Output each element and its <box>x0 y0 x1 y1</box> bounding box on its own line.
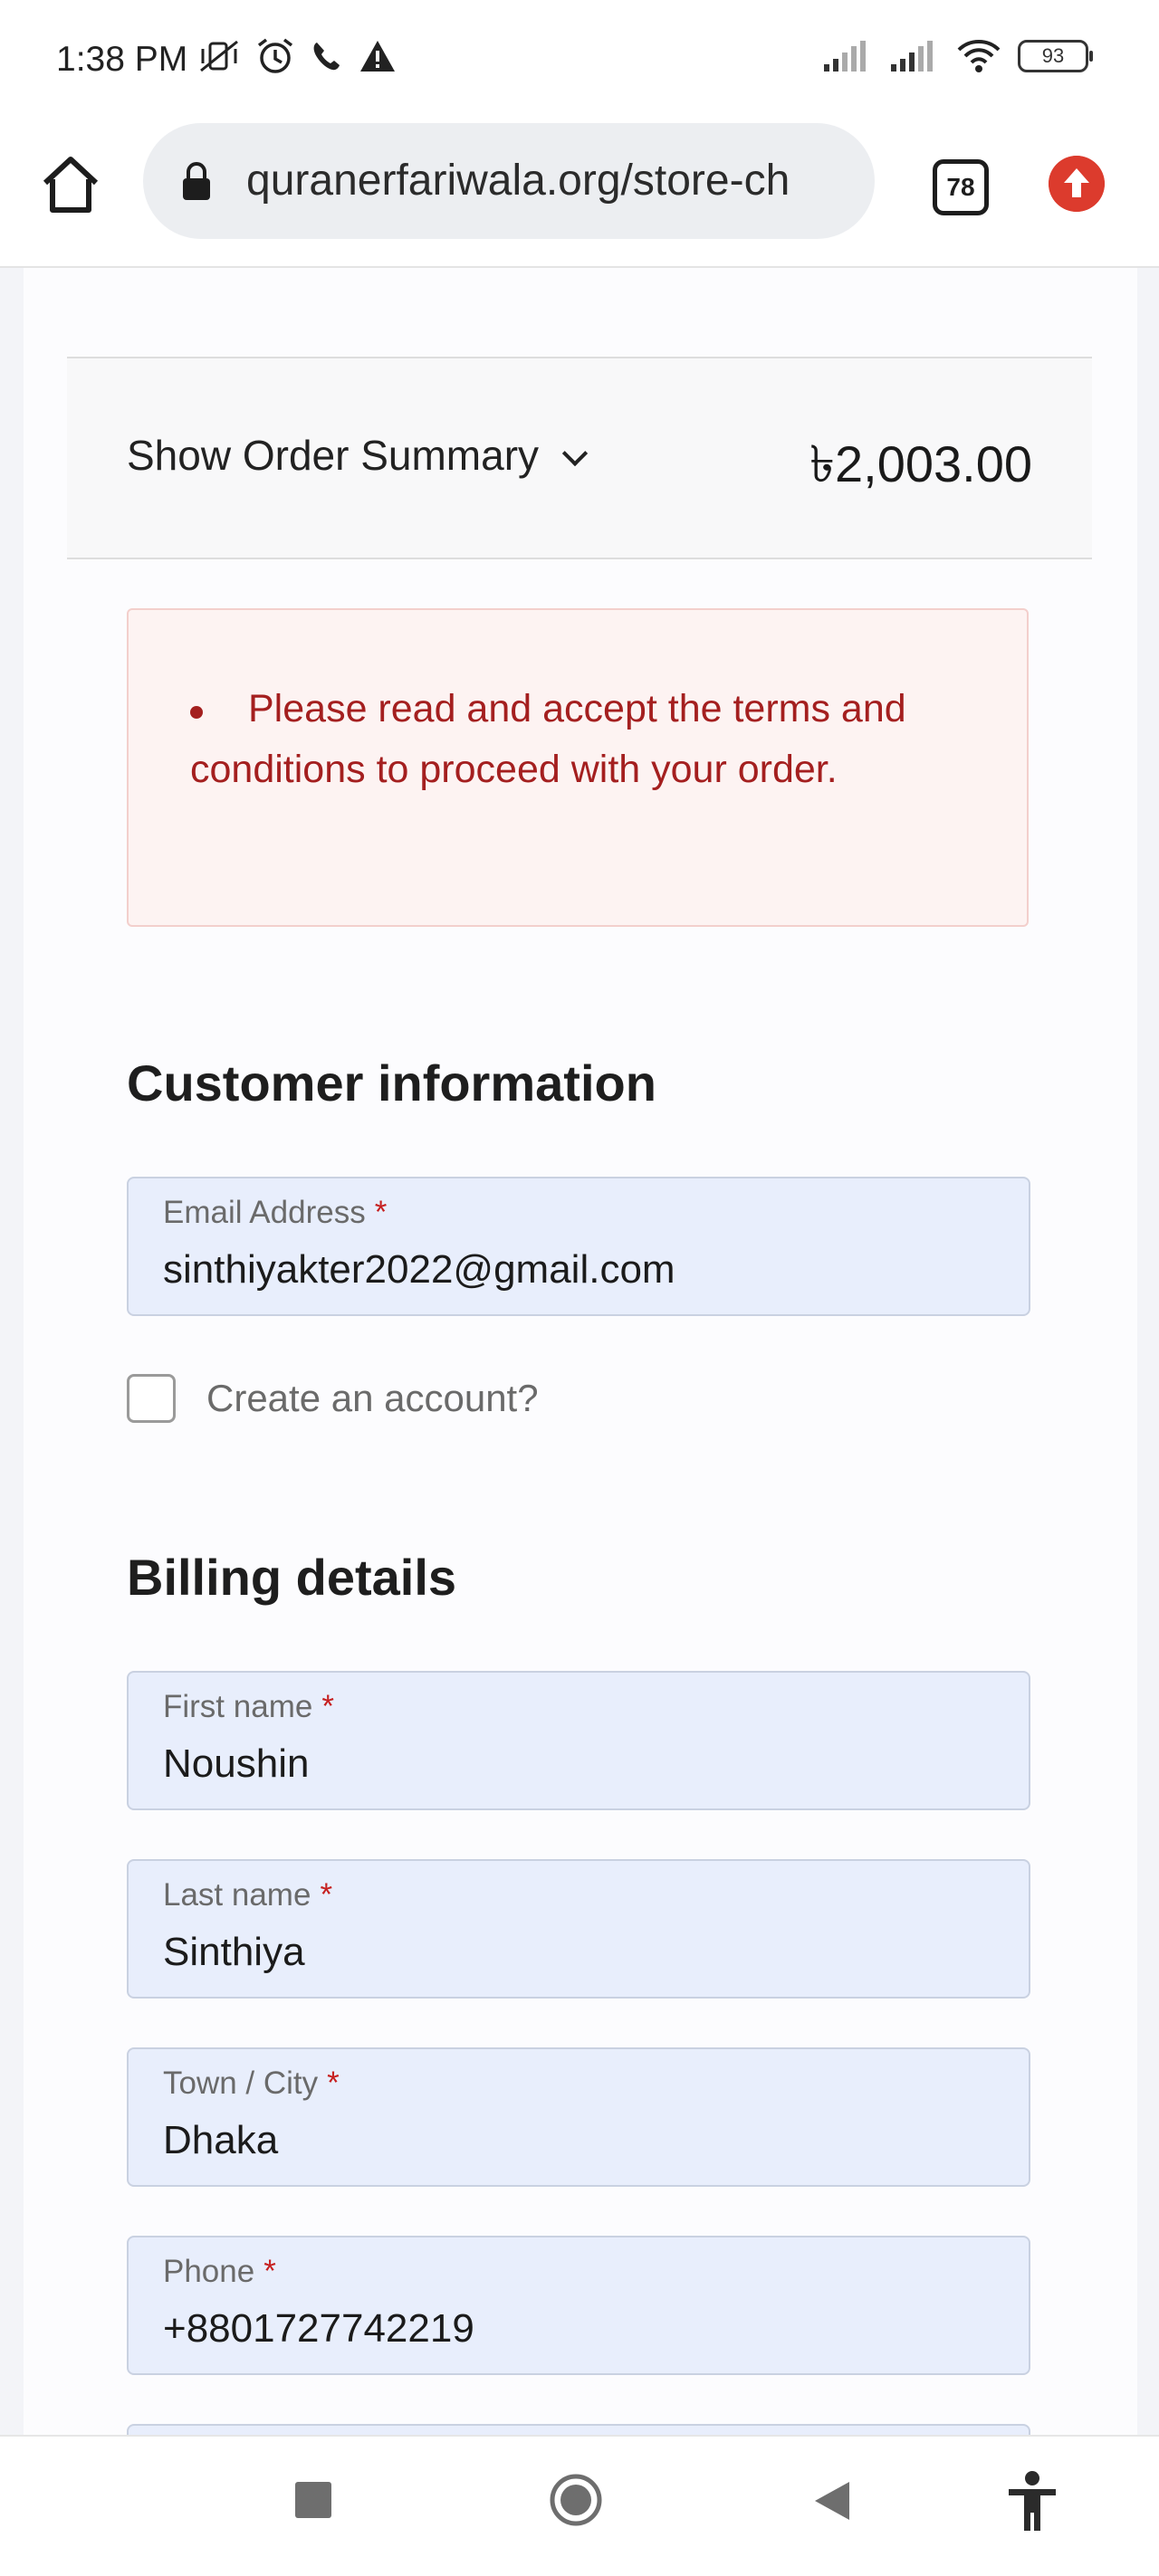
battery-icon: 93 <box>1018 40 1093 72</box>
first-name-field[interactable]: First name * Noushin <box>127 1671 1030 1810</box>
square-icon[interactable] <box>295 2482 331 2518</box>
status-system-icons: 93 <box>822 38 1093 74</box>
update-arrow-icon[interactable] <box>1049 156 1105 212</box>
town-city-label: Town / City * <box>163 2066 340 2101</box>
last-name-label: Last name * <box>163 1877 333 1913</box>
lock-icon <box>183 162 210 200</box>
order-summary-label: Show Order Summary <box>127 432 540 479</box>
accessibility-icon[interactable] <box>1007 2471 1058 2533</box>
phone-field[interactable]: Phone * +8801727742219 <box>127 2236 1030 2375</box>
signal-icon-2 <box>891 41 933 72</box>
status-time: 1:38 PM <box>56 40 188 79</box>
address-bar[interactable]: quranerfariwala.org/store-ch <box>143 123 875 239</box>
browser-toolbar: quranerfariwala.org/store-ch 78 <box>0 123 1159 268</box>
first-name-label: First name * <box>163 1689 334 1724</box>
required-marker: * <box>321 1689 334 1724</box>
warning-icon <box>360 41 395 72</box>
town-city-value: Dhaka <box>163 2118 279 2162</box>
vibrate-off-icon <box>200 40 238 72</box>
error-list: Please read and accept the terms and con… <box>190 679 933 800</box>
url-text: quranerfariwala.org/store-ch <box>246 157 790 205</box>
customer-information-heading: Customer information <box>127 1054 656 1111</box>
system-navigation-bar <box>0 2435 1159 2576</box>
alarm-icon <box>257 38 293 73</box>
required-marker: * <box>320 1877 333 1913</box>
phone-value: +8801727742219 <box>163 2306 474 2351</box>
required-marker: * <box>263 2254 276 2289</box>
checkout-page: Show Order Summary ৳2,003.00 Please read… <box>24 268 1137 2460</box>
email-field[interactable]: Email Address * sinthiyakter2022@gmail.co… <box>127 1177 1030 1316</box>
signal-icon <box>824 41 866 72</box>
home-icon[interactable] <box>40 154 101 215</box>
status-bar: 1:38 PM 93 <box>0 0 1159 123</box>
order-total: ৳2,003.00 <box>809 435 1032 492</box>
order-summary-bar[interactable]: Show Order Summary ৳2,003.00 <box>67 357 1092 559</box>
town-city-field[interactable]: Town / City * Dhaka <box>127 2047 1030 2187</box>
required-marker: * <box>374 1195 388 1230</box>
chevron-down-icon <box>561 440 589 467</box>
show-order-summary-toggle[interactable]: Show Order Summary <box>127 431 589 480</box>
triangle-back-icon[interactable] <box>813 2480 851 2522</box>
phone-label: Phone * <box>163 2254 276 2289</box>
email-value: sinthiyakter2022@gmail.com <box>163 1247 675 1292</box>
email-label: Email Address * <box>163 1195 388 1230</box>
last-name-field[interactable]: Last name * Sinthiya <box>127 1859 1030 1999</box>
first-name-value: Noushin <box>163 1741 310 1786</box>
required-marker: * <box>327 2066 340 2101</box>
create-account-label: Create an account? <box>206 1377 539 1419</box>
create-account-row[interactable]: Create an account? <box>127 1372 539 1425</box>
tab-switcher-button[interactable]: 78 <box>933 159 989 215</box>
phone-call-icon <box>313 43 340 71</box>
last-name-value: Sinthiya <box>163 1930 305 1974</box>
billing-details-heading: Billing details <box>127 1549 457 1606</box>
error-message: Please read and accept the terms and con… <box>190 679 933 800</box>
error-notice: Please read and accept the terms and con… <box>127 608 1029 927</box>
circle-icon[interactable] <box>549 2473 603 2527</box>
wifi-icon <box>957 40 1001 72</box>
create-account-checkbox[interactable] <box>127 1374 176 1423</box>
status-notification-icons <box>197 36 397 76</box>
